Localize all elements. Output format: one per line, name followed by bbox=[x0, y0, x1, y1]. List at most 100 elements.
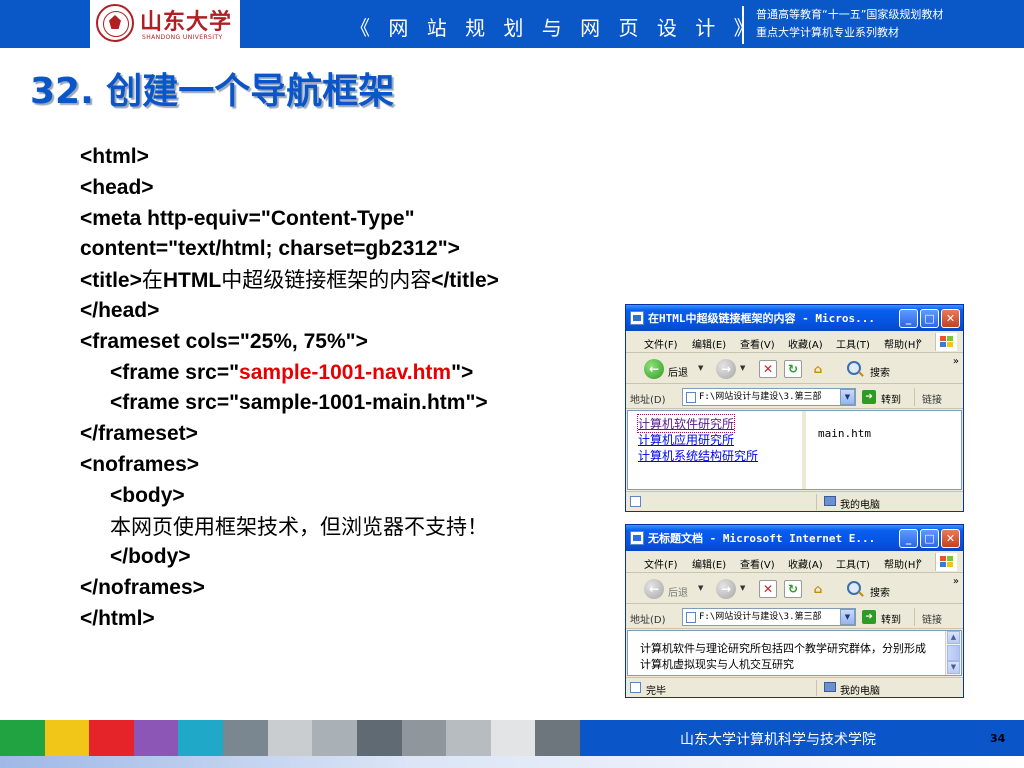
windows-flag-icon bbox=[935, 553, 957, 571]
code-line: <body> bbox=[110, 483, 185, 507]
search-icon[interactable] bbox=[847, 361, 861, 375]
divider bbox=[816, 494, 817, 510]
strip-block bbox=[89, 720, 135, 756]
maximize-button[interactable]: □ bbox=[920, 529, 939, 548]
stop-icon[interactable]: ✕ bbox=[759, 360, 777, 378]
vertical-scrollbar[interactable]: ▲ ▼ bbox=[945, 631, 961, 675]
browser-window-noframes: 无标题文档 - Microsoft Internet E... _ □ ✕ 文件… bbox=[625, 524, 964, 698]
home-icon[interactable]: ⌂ bbox=[809, 580, 827, 598]
go-button-label[interactable]: 转到 bbox=[881, 611, 901, 626]
main-frame-text: main.htm bbox=[818, 427, 871, 440]
status-page-icon bbox=[630, 682, 641, 693]
stop-icon[interactable]: ✕ bbox=[759, 580, 777, 598]
dropdown-arrow-icon[interactable]: ▼ bbox=[740, 584, 745, 592]
back-arrow-icon[interactable]: ← bbox=[644, 359, 664, 379]
address-bar: 地址(D) F:\网站设计与建设\3.第三部 ▼ ➜ 转到 链接 bbox=[626, 385, 963, 409]
address-input[interactable]: F:\网站设计与建设\3.第三部 bbox=[682, 608, 856, 626]
menu-file[interactable]: 文件(F) bbox=[644, 336, 678, 351]
nav-link-software[interactable]: 计算机软件研究所 bbox=[636, 414, 736, 433]
home-icon[interactable]: ⌂ bbox=[809, 360, 827, 378]
content-paragraph: 计算机软件与理论研究所包括四个教学研究群体，分别形成计算机虚拟现实与人机交互研究 bbox=[640, 642, 926, 671]
my-computer-icon bbox=[824, 682, 836, 692]
dropdown-arrow-icon[interactable]: ▼ bbox=[740, 364, 745, 372]
back-button-label[interactable]: 后退 bbox=[668, 584, 688, 599]
go-button-label[interactable]: 转到 bbox=[881, 391, 901, 406]
forward-arrow-icon[interactable]: → bbox=[716, 359, 736, 379]
code-line: <meta http-equiv="Content-Type" bbox=[80, 206, 415, 230]
menu-favorites[interactable]: 收藏(A) bbox=[788, 556, 823, 571]
toolbar-overflow-icon[interactable]: » bbox=[953, 576, 959, 587]
scroll-up-icon[interactable]: ▲ bbox=[947, 631, 960, 644]
zone-label: 我的电脑 bbox=[840, 686, 880, 697]
menu-overflow-icon[interactable]: » bbox=[916, 556, 922, 567]
refresh-icon[interactable]: ↻ bbox=[784, 360, 802, 378]
toolbar-overflow-icon[interactable]: » bbox=[953, 356, 959, 367]
links-label[interactable]: 链接 bbox=[922, 391, 942, 406]
windows-flag-icon bbox=[935, 333, 957, 351]
address-dropdown-icon[interactable]: ▼ bbox=[840, 389, 855, 405]
code-fragment: <frame src=" bbox=[110, 360, 240, 384]
go-arrow-icon[interactable]: ➜ bbox=[862, 610, 876, 624]
close-button[interactable]: ✕ bbox=[941, 309, 960, 328]
page-number: 34 bbox=[990, 732, 1006, 745]
ie-page-icon bbox=[630, 531, 644, 545]
menu-favorites[interactable]: 收藏(A) bbox=[788, 336, 823, 351]
university-logo: 山东大学 SHANDONG UNIVERSITY bbox=[90, 0, 240, 48]
address-dropdown-icon[interactable]: ▼ bbox=[840, 609, 855, 625]
dropdown-arrow-icon[interactable]: ▼ bbox=[698, 364, 703, 372]
forward-arrow-icon[interactable]: → bbox=[716, 579, 736, 599]
address-value: F:\网站设计与建设\3.第三部 bbox=[699, 392, 822, 402]
title-bar[interactable]: 在HTML中超级链接框架的内容 - Micros... _ □ ✕ bbox=[626, 305, 963, 331]
menu-file[interactable]: 文件(F) bbox=[644, 556, 678, 571]
menu-overflow-icon[interactable]: » bbox=[916, 336, 922, 347]
nav-link-application[interactable]: 计算机应用研究所 bbox=[638, 431, 734, 448]
code-line: </head> bbox=[80, 298, 160, 322]
menu-help[interactable]: 帮助(H) bbox=[884, 556, 919, 571]
links-label[interactable]: 链接 bbox=[922, 611, 942, 626]
browser-window-frameset: 在HTML中超级链接框架的内容 - Micros... _ □ ✕ 文件(F) … bbox=[625, 304, 964, 512]
maximize-button[interactable]: □ bbox=[920, 309, 939, 328]
menu-tools[interactable]: 工具(T) bbox=[836, 336, 870, 351]
address-input[interactable]: F:\网站设计与建设\3.第三部 bbox=[682, 388, 856, 406]
status-bar: 我的电脑 bbox=[626, 491, 963, 511]
page-content: 计算机软件研究所 计算机应用研究所 计算机系统结构研究所 main.htm bbox=[627, 410, 962, 490]
minimize-button[interactable]: _ bbox=[899, 309, 918, 328]
title-bar[interactable]: 无标题文档 - Microsoft Internet E... _ □ ✕ bbox=[626, 525, 963, 551]
minimize-button[interactable]: _ bbox=[899, 529, 918, 548]
dropdown-arrow-icon[interactable]: ▼ bbox=[698, 584, 703, 592]
code-line: </html> bbox=[80, 606, 155, 630]
search-button-label[interactable]: 搜索 bbox=[870, 584, 890, 599]
window-title: 在HTML中超级链接框架的内容 - Micros... bbox=[648, 312, 875, 325]
code-fragment: <title> bbox=[80, 269, 142, 293]
search-icon[interactable] bbox=[847, 581, 861, 595]
search-button-label[interactable]: 搜索 bbox=[870, 364, 890, 379]
code-line: </body> bbox=[110, 545, 191, 569]
menu-edit[interactable]: 编辑(E) bbox=[692, 556, 726, 571]
go-arrow-icon[interactable]: ➜ bbox=[862, 390, 876, 404]
scroll-thumb[interactable] bbox=[947, 645, 960, 661]
address-label: 地址(D) bbox=[630, 395, 666, 406]
code-line: <noframes> bbox=[80, 452, 200, 476]
menu-bar: 文件(F) 编辑(E) 查看(V) 收藏(A) 工具(T) 帮助(H) » bbox=[626, 331, 963, 353]
strip-block bbox=[535, 720, 581, 756]
menu-view[interactable]: 查看(V) bbox=[740, 556, 775, 571]
divider bbox=[914, 608, 915, 626]
menu-edit[interactable]: 编辑(E) bbox=[692, 336, 726, 351]
menu-help[interactable]: 帮助(H) bbox=[884, 336, 919, 351]
strip-block bbox=[267, 720, 313, 756]
divider bbox=[816, 680, 817, 696]
toolbar: ← 后退 ▼ → ▼ ✕ ↻ ⌂ 搜索 » bbox=[626, 574, 963, 604]
back-arrow-icon[interactable]: ← bbox=[644, 579, 664, 599]
scroll-down-icon[interactable]: ▼ bbox=[947, 661, 960, 674]
back-button-label[interactable]: 后退 bbox=[668, 364, 688, 379]
menu-view[interactable]: 查看(V) bbox=[740, 336, 775, 351]
address-bar: 地址(D) F:\网站设计与建设\3.第三部 ▼ ➜ 转到 链接 bbox=[626, 605, 963, 629]
menu-tools[interactable]: 工具(T) bbox=[836, 556, 870, 571]
close-button[interactable]: ✕ bbox=[941, 529, 960, 548]
university-seal-icon bbox=[96, 4, 134, 42]
nav-link-architecture[interactable]: 计算机系统结构研究所 bbox=[638, 447, 758, 464]
code-fragment: 在 bbox=[141, 268, 163, 293]
divider bbox=[914, 388, 915, 406]
refresh-icon[interactable]: ↻ bbox=[784, 580, 802, 598]
strip-block bbox=[490, 720, 536, 756]
